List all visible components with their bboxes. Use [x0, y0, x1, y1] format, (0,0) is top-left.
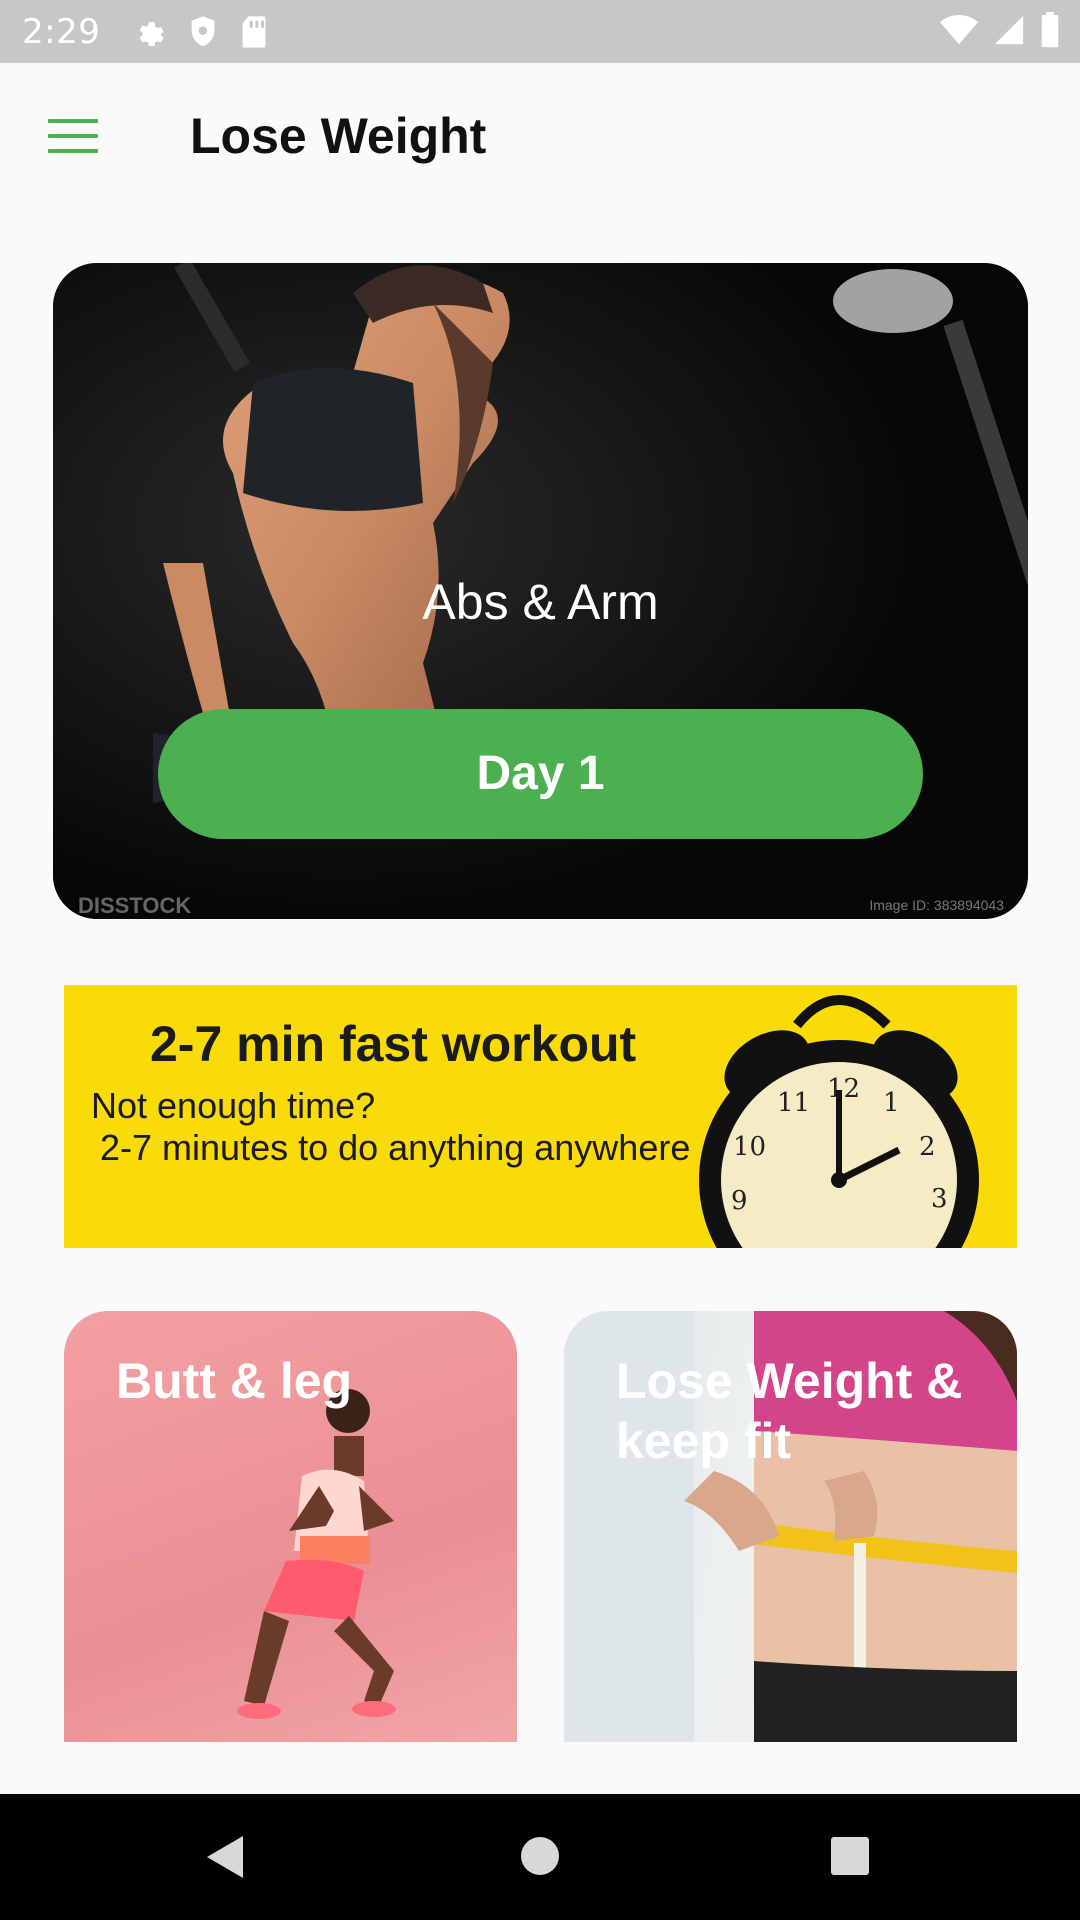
svg-text:3: 3 [931, 1184, 948, 1214]
day-1-button[interactable]: Day 1 [158, 709, 923, 839]
svg-text:9: 9 [731, 1186, 748, 1216]
status-icons-right [940, 12, 1060, 48]
back-triangle-icon[interactable] [205, 1834, 245, 1880]
hero-card-abs-arm[interactable]: Abs & Arm Day 1 DISSTOCK Image ID: 38389… [53, 263, 1028, 919]
sd-card-icon [243, 15, 266, 48]
image-id: Image ID: 383894043 [869, 897, 1004, 913]
svg-text:2: 2 [919, 1132, 936, 1162]
fast-workout-banner[interactable]: 2-7 min fast workout Not enough time? 2-… [64, 985, 1017, 1248]
svg-text:12: 12 [827, 1074, 860, 1104]
hero-title: Abs & Arm [422, 574, 659, 630]
system-nav-bar [0, 1794, 1080, 1920]
page-title: Lose Weight [190, 108, 487, 164]
battery-icon [1041, 12, 1059, 48]
recents-square-icon[interactable] [830, 1836, 870, 1876]
app-bar: Lose Weight [0, 63, 1080, 211]
signal-icon [994, 15, 1024, 45]
status-time: 2:29 [22, 11, 101, 52]
banner-title: 2-7 min fast workout [150, 1016, 637, 1072]
svg-text:11: 11 [777, 1088, 810, 1118]
home-circle-icon[interactable] [520, 1836, 560, 1876]
card-lose-weight-keep-fit[interactable]: Lose Weight & keep fit [564, 1311, 1017, 1742]
settings-icon [140, 21, 165, 46]
shield-icon [192, 15, 215, 46]
wifi-icon [940, 14, 978, 45]
card-label-lose-weight: Lose Weight & keep fit [616, 1353, 963, 1469]
svg-text:10: 10 [733, 1132, 766, 1162]
banner-subtitle-2: 2-7 minutes to do anything anywhere [100, 1127, 691, 1168]
alarm-clock-icon: 12 1 2 3 11 10 9 [699, 995, 979, 1248]
svg-text:1: 1 [883, 1088, 900, 1118]
hamburger-menu-icon[interactable] [48, 119, 98, 155]
status-bar: 2:29 [0, 0, 1080, 63]
status-icons-left [132, 15, 268, 49]
banner-subtitle-1: Not enough time? [91, 1085, 376, 1126]
watermark: DISSTOCK [78, 893, 192, 918]
card-label-butt-leg: Butt & leg [116, 1353, 353, 1409]
card-butt-leg[interactable]: Butt & leg [64, 1311, 517, 1742]
